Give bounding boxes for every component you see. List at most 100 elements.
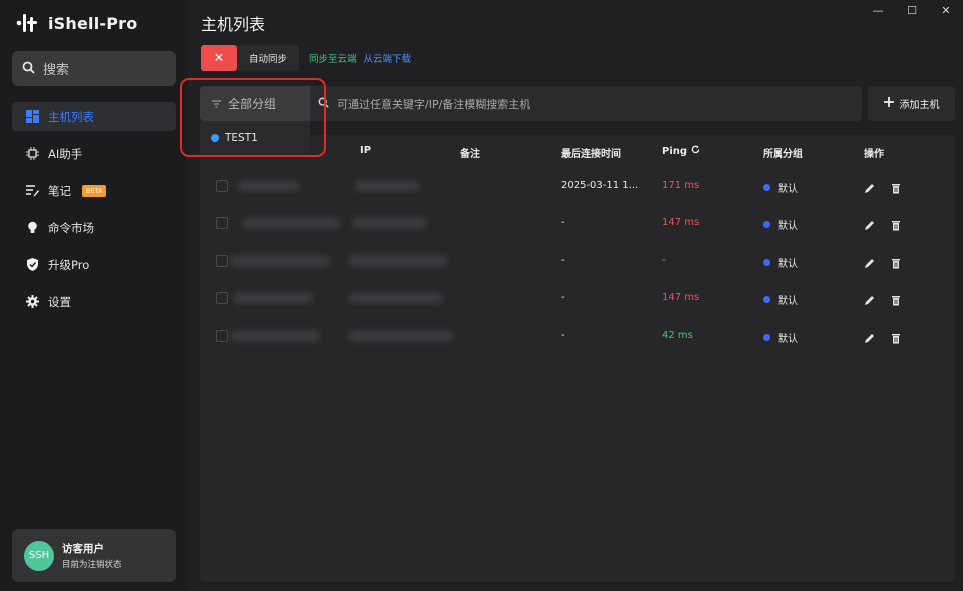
app-title: iShell-Pro <box>48 13 138 33</box>
sync-off-button[interactable]: ✕ <box>201 45 237 71</box>
column-header-note[interactable]: 备注 <box>460 145 480 160</box>
host-search-placeholder: 可通过任意关键字/IP/备注模糊搜索主机 <box>337 97 531 111</box>
sidebar-search[interactable]: 搜索 <box>12 51 176 86</box>
shield-check-icon <box>25 258 39 272</box>
group-dot-icon <box>763 334 770 341</box>
sidebar-item-upgrade-pro[interactable]: 升级Pro <box>12 250 176 279</box>
main-panel: 主机列表 — ☐ ✕ ✕ 自动同步 同步至云端 从云端下载 IP 备注 最后连接… <box>180 0 963 591</box>
table-row[interactable]: 2025-03-11 1... 171 ms 默认 <box>200 168 955 205</box>
last-connect-cell: - <box>561 255 565 266</box>
ping-cell: 147 ms <box>662 292 700 303</box>
last-connect-cell: 2025-03-11 1... <box>561 180 639 191</box>
row-actions <box>864 291 901 310</box>
search-icon <box>22 59 35 78</box>
column-header-actions: 操作 <box>864 149 884 160</box>
close-window-button[interactable]: ✕ <box>929 4 963 18</box>
brand: iShell-Pro <box>16 10 137 36</box>
redacted-name <box>230 330 320 342</box>
last-connect-cell: - <box>561 217 565 228</box>
edit-icon[interactable] <box>864 291 875 310</box>
add-host-button[interactable]: 添加主机 <box>868 86 955 121</box>
edit-icon[interactable] <box>864 329 875 348</box>
redacted-name <box>233 292 313 304</box>
redacted-ip <box>348 292 443 304</box>
redacted-ip <box>348 255 448 267</box>
ping-cell: - <box>662 255 666 266</box>
sync-to-cloud-link[interactable]: 同步至云端 <box>309 51 357 65</box>
last-connect-cell: - <box>561 330 565 341</box>
redacted-name <box>230 255 330 267</box>
edit-icon[interactable] <box>864 179 875 198</box>
group-label: 默认 <box>778 259 798 270</box>
user-name: 访客用户 <box>62 543 104 555</box>
column-header-last-connect[interactable]: 最后连接时间 <box>561 145 621 160</box>
sidebar-item-label: 命令市场 <box>48 220 94 235</box>
delete-icon[interactable] <box>891 179 901 198</box>
delete-icon[interactable] <box>891 216 901 235</box>
download-from-cloud-link[interactable]: 从云端下载 <box>364 51 412 65</box>
user-status: 目前为注销状态 <box>62 560 122 570</box>
column-header-group[interactable]: 所属分组 <box>763 145 803 160</box>
ai-chip-icon <box>25 147 39 161</box>
minimize-button[interactable]: — <box>861 4 895 18</box>
sidebar-item-ai-assistant[interactable]: AI助手 <box>12 139 176 168</box>
lightbulb-icon <box>25 221 39 235</box>
sidebar-item-label: 主机列表 <box>48 109 94 124</box>
app-logo-icon <box>16 11 42 35</box>
row-checkbox[interactable] <box>216 180 228 192</box>
plus-icon <box>883 97 894 110</box>
group-dot-icon <box>763 259 770 266</box>
host-table: IP 备注 最后连接时间 Ping 所属分组 操作 2025-03-11 1..… <box>200 135 955 582</box>
row-checkbox[interactable] <box>216 217 228 229</box>
maximize-button[interactable]: ☐ <box>895 4 929 18</box>
host-search-input[interactable]: 可通过任意关键字/IP/备注模糊搜索主机 <box>318 86 530 121</box>
sidebar-nav: 主机列表 AI助手 笔记 BETA 命令市场 升级Pro 设置 <box>12 102 176 324</box>
ping-cell: 171 ms <box>662 180 700 191</box>
group-dot-icon <box>763 296 770 303</box>
page-title: 主机列表 <box>201 15 266 34</box>
row-actions <box>864 216 901 235</box>
auto-sync-button[interactable]: 自动同步 <box>237 45 300 71</box>
table-row[interactable]: - 147 ms 默认 <box>200 280 955 317</box>
add-host-label: 添加主机 <box>899 100 940 111</box>
sidebar-search-label: 搜索 <box>43 63 70 78</box>
group-label: 默认 <box>778 296 798 307</box>
user-card[interactable]: SSH 访客用户 目前为注销状态 <box>12 529 176 582</box>
sidebar-item-label: AI助手 <box>48 146 83 161</box>
row-checkbox[interactable] <box>216 292 228 304</box>
sidebar-item-command-market[interactable]: 命令市场 <box>12 213 176 242</box>
edit-icon[interactable] <box>864 216 875 235</box>
table-row[interactable]: - - 默认 <box>200 243 955 280</box>
group-cell: 默认 <box>763 180 798 195</box>
column-header-ip[interactable]: IP <box>360 145 371 156</box>
sidebar-item-label: 设置 <box>48 294 71 309</box>
row-actions <box>864 254 901 273</box>
edit-icon[interactable] <box>864 254 875 273</box>
sidebar-item-notes[interactable]: 笔记 BETA <box>12 176 176 205</box>
redacted-ip <box>352 217 427 229</box>
avatar: SSH <box>24 540 54 571</box>
group-dot-icon <box>763 221 770 228</box>
ping-cell: 147 ms <box>662 217 700 228</box>
group-cell: 默认 <box>763 217 798 232</box>
sidebar-item-label: 升级Pro <box>48 257 90 272</box>
table-row[interactable]: - 42 ms 默认 <box>200 318 955 355</box>
group-label: 默认 <box>778 334 798 345</box>
row-checkbox[interactable] <box>216 330 228 342</box>
refresh-icon[interactable] <box>691 145 700 157</box>
annotation-highlight-box <box>180 78 326 157</box>
sidebar-item-host-list[interactable]: 主机列表 <box>12 102 176 131</box>
sidebar-item-label: 笔记 <box>48 183 71 198</box>
delete-icon[interactable] <box>891 291 901 310</box>
row-checkbox[interactable] <box>216 255 228 267</box>
group-dot-icon <box>763 184 770 191</box>
sync-toolbar: ✕ 自动同步 同步至云端 从云端下载 <box>201 45 411 71</box>
sidebar-item-settings[interactable]: 设置 <box>12 287 176 316</box>
delete-icon[interactable] <box>891 329 901 348</box>
table-row[interactable]: - 147 ms 默认 <box>200 205 955 242</box>
column-header-ping[interactable]: Ping <box>662 145 700 157</box>
column-header-ping-label: Ping <box>662 145 688 157</box>
delete-icon[interactable] <box>891 254 901 273</box>
beta-badge: BETA <box>82 184 107 197</box>
redacted-name <box>238 180 300 192</box>
